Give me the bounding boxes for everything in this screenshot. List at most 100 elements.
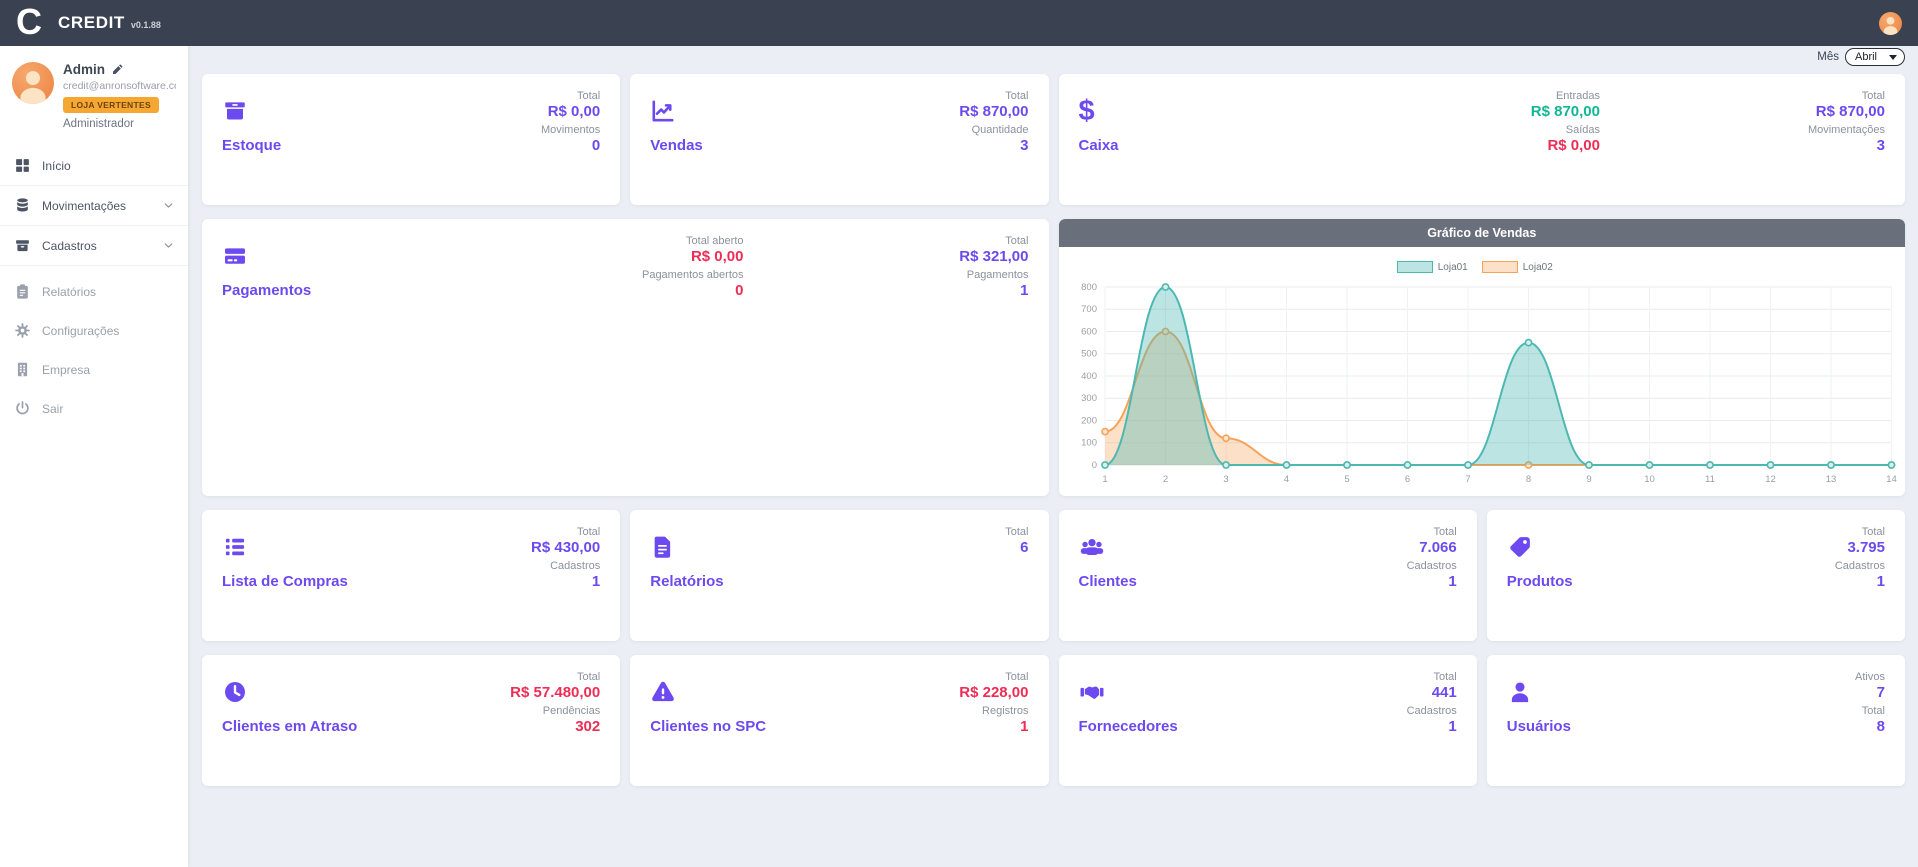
card-stats: Total R$ 321,00 Pagamentos 1 — [959, 235, 1028, 303]
stat-label: Cadastros — [1835, 560, 1885, 572]
svg-text:700: 700 — [1081, 304, 1097, 315]
sidebar-item-sair[interactable]: Sair — [0, 389, 188, 428]
stat-value: R$ 870,00 — [959, 103, 1028, 120]
card-vendas[interactable]: Vendas Total R$ 870,00 Quantidade 3 — [630, 74, 1048, 205]
card-stats-mid: Total aberto R$ 0,00 Pagamentos abertos … — [642, 235, 744, 303]
svg-text:4: 4 — [1283, 474, 1288, 485]
card-relatorios[interactable]: Relatórios Total 6 — [630, 510, 1048, 641]
stat-value: R$ 0,00 — [1531, 137, 1600, 154]
chart-line-icon — [650, 98, 676, 124]
stat-value: 1 — [959, 282, 1028, 299]
users-icon — [1079, 534, 1105, 560]
stat-value: 3 — [959, 137, 1028, 154]
stat-value: R$ 0,00 — [642, 248, 744, 265]
stat-label: Total — [959, 235, 1028, 247]
svg-text:7: 7 — [1465, 474, 1470, 485]
stat-value: R$ 321,00 — [959, 248, 1028, 265]
box-icon — [222, 98, 248, 124]
gear-icon — [14, 322, 31, 339]
sidebar-item-label: Início — [42, 159, 71, 173]
card-stats: Total 3.795 Cadastros 1 — [1835, 526, 1885, 594]
stat-label: Total — [959, 671, 1028, 683]
stat-label: Total — [1407, 526, 1457, 538]
svg-text:13: 13 — [1825, 474, 1836, 485]
card-clientes-em-atraso[interactable]: Clientes em Atraso Total R$ 57.480,00 Pe… — [202, 655, 620, 786]
card-stats: Ativos 7 Total 8 — [1855, 671, 1885, 739]
svg-text:400: 400 — [1081, 371, 1097, 382]
card-stats: Total 7.066 Cadastros 1 — [1407, 526, 1457, 594]
sidebar-item-label: Cadastros — [42, 239, 97, 253]
stat-label: Total — [1407, 671, 1457, 683]
user-menu-avatar[interactable] — [1879, 12, 1902, 35]
stat-label: Ativos — [1855, 671, 1885, 683]
sidebar-item-relatorios[interactable]: Relatórios — [0, 272, 188, 311]
card-caixa[interactable]: $ Caixa Entradas R$ 870,00 Saídas R$ 0,0… — [1059, 74, 1906, 205]
dollar-icon: $ — [1079, 98, 1105, 124]
card-fornecedores[interactable]: Fornecedores Total 441 Cadastros 1 — [1059, 655, 1477, 786]
month-select[interactable]: Abril — [1845, 48, 1905, 66]
stat-label: Movimentações — [1808, 124, 1885, 136]
sidebar-item-inicio[interactable]: Início — [0, 146, 188, 185]
card-stats: Total R$ 430,00 Cadastros 1 — [531, 526, 600, 594]
stat-label: Total — [1835, 526, 1885, 538]
stat-label: Cadastros — [1407, 705, 1457, 717]
stat-label: Total — [531, 526, 600, 538]
list-icon — [222, 534, 248, 560]
credit-card-icon — [222, 243, 248, 269]
card-title: Clientes — [1079, 573, 1457, 590]
stat-value: 3 — [1808, 137, 1885, 154]
card-title: Relatórios — [650, 573, 1028, 590]
archive-icon — [14, 237, 31, 254]
card-lista-de-compras[interactable]: Lista de Compras Total R$ 430,00 Cadastr… — [202, 510, 620, 641]
sidebar-item-cadastros[interactable]: Cadastros — [0, 225, 188, 266]
card-pagamentos[interactable]: Pagamentos Total aberto R$ 0,00 Pagament… — [202, 219, 1049, 496]
sidebar-item-label: Sair — [42, 402, 63, 416]
card-clientes[interactable]: Clientes Total 7.066 Cadastros 1 — [1059, 510, 1477, 641]
store-badge: LOJA VERTENTES — [63, 97, 159, 113]
file-icon — [650, 534, 676, 560]
stat-value: 6 — [1005, 539, 1028, 556]
power-icon — [14, 400, 31, 417]
user-icon — [1507, 679, 1533, 705]
tag-icon — [1507, 534, 1533, 560]
stat-label: Pagamentos abertos — [642, 269, 744, 281]
user-name-row: Admin — [63, 62, 176, 77]
sidebar: Admin credit@anronsoftware.co... LOJA VE… — [0, 46, 188, 867]
stat-label: Total — [1855, 705, 1885, 717]
card-estoque[interactable]: Estoque Total R$ 0,00 Movimentos 0 — [202, 74, 620, 205]
card-title: Caixa — [1079, 137, 1886, 154]
sidebar-item-movimentacoes[interactable]: Movimentações — [0, 185, 188, 225]
svg-text:600: 600 — [1081, 327, 1097, 338]
sidebar-item-label: Movimentações — [42, 199, 126, 213]
card-title: Usuários — [1507, 718, 1885, 735]
stat-label: Total — [510, 671, 600, 683]
sales-chart: 0100200300400500600700800123456789101112… — [1059, 277, 1906, 489]
card-stats: Total 441 Cadastros 1 — [1407, 671, 1457, 739]
card-clientes-no-spc[interactable]: Clientes no SPC Total R$ 228,00 Registro… — [630, 655, 1048, 786]
svg-text:8: 8 — [1525, 474, 1530, 485]
sidebar-item-empresa[interactable]: Empresa — [0, 350, 188, 389]
chart-legend: Loja01Loja02 — [1059, 261, 1906, 273]
sidebar-item-label: Relatórios — [42, 285, 96, 299]
card-usuarios[interactable]: Usuários Ativos 7 Total 8 — [1487, 655, 1905, 786]
clipboard-icon — [14, 283, 31, 300]
stat-value: R$ 0,00 — [541, 103, 600, 120]
chart-title: Gráfico de Vendas — [1059, 219, 1906, 247]
card-stats: Total R$ 228,00 Registros 1 — [959, 671, 1028, 739]
svg-text:10: 10 — [1644, 474, 1655, 485]
stat-value: R$ 228,00 — [959, 684, 1028, 701]
svg-text:800: 800 — [1081, 282, 1097, 293]
topbar: C CREDIT v0.1.88 — [0, 0, 1918, 46]
stat-value: R$ 870,00 — [1808, 103, 1885, 120]
card-produtos[interactable]: Produtos Total 3.795 Cadastros 1 — [1487, 510, 1905, 641]
user-role: Administrador — [63, 118, 176, 130]
svg-text:5: 5 — [1344, 474, 1349, 485]
profile-block: Admin credit@anronsoftware.co... LOJA VE… — [0, 46, 188, 130]
stat-value: R$ 870,00 — [1531, 103, 1600, 120]
edit-pencil-icon[interactable] — [111, 64, 123, 76]
stat-value: 1 — [1835, 573, 1885, 590]
sidebar-item-configuracoes[interactable]: Configurações — [0, 311, 188, 350]
user-email: credit@anronsoftware.co... — [63, 80, 176, 92]
card-grafico-de-vendas: Gráfico de Vendas Loja01Loja02 010020030… — [1059, 219, 1906, 496]
stat-value: R$ 430,00 — [531, 539, 600, 556]
